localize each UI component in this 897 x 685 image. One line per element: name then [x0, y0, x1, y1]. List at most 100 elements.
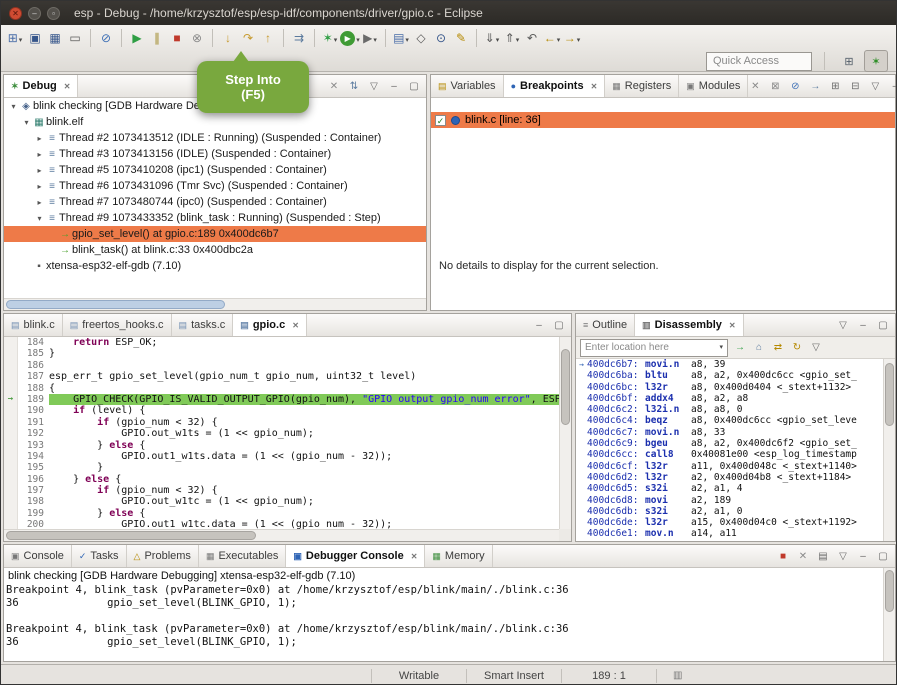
debug-perspective-button[interactable]: ✶	[864, 50, 888, 72]
terminate-button[interactable]: ■	[167, 28, 187, 48]
forward-button-dropdown-icon[interactable]	[577, 29, 581, 47]
tab-breakpoints[interactable]: ●Breakpoints	[504, 75, 606, 97]
skip-all-breakpoints-icon[interactable]: ⊘	[788, 81, 802, 92]
code-line[interactable]: 194 GPIO.out1_w1ts.data = (1 << (gpio_nu…	[4, 451, 559, 462]
new-source-file-button-dropdown-icon[interactable]	[405, 29, 409, 47]
code-line[interactable]: 200 GPIO.out1_w1tc.data = (1 << (gpio_nu…	[4, 519, 559, 529]
tab-memory[interactable]: ▦Memory	[425, 545, 492, 567]
console-vertical-scrollbar[interactable]	[883, 568, 895, 661]
window-maximize-button[interactable]	[47, 7, 60, 20]
back-button[interactable]: ←	[542, 28, 562, 48]
tab-tasks[interactable]: ✓Tasks	[72, 545, 127, 567]
code-line[interactable]: 195 }	[4, 462, 559, 473]
new-source-file-button[interactable]: ▤	[391, 28, 411, 48]
disassembly-row[interactable]: 400dc6bf:addx4a8, a2, a8	[576, 393, 883, 404]
remove-launch-icon[interactable]: ✕	[796, 551, 810, 562]
disassembly-row[interactable]: 400dc6d2:l32ra2, 0x400d04b8 <_stext+1184…	[576, 472, 883, 483]
minimize-icon[interactable]: –	[532, 320, 546, 331]
code-editor[interactable]: 184 return ESP_OK;185}186187esp_err_t gp…	[4, 337, 559, 529]
disassembly-row[interactable]: 400dc6c4:beqza8, 0x400dc6cc <gpio_set_le…	[576, 415, 883, 426]
remove-all-breakpoints-icon[interactable]: ⊠	[768, 81, 782, 92]
disassembly-row[interactable]: 400dc6de:l32ra15, 0x400d04c0 <_stext+119…	[576, 517, 883, 528]
tree-row[interactable]: →blink_task() at blink.c:33 0x400dbc2a	[4, 242, 426, 258]
window-minimize-button[interactable]	[28, 7, 41, 20]
code-line[interactable]: 184 return ESP_OK;	[4, 337, 559, 348]
save-all-button[interactable]: ▦	[45, 28, 65, 48]
code-line[interactable]: 197 if (gpio_num < 32) {	[4, 485, 559, 496]
code-line[interactable]: 192 GPIO.out_w1ts = (1 << gpio_num);	[4, 428, 559, 439]
tree-expander-icon[interactable]	[8, 102, 19, 111]
tree-row[interactable]: ▦blink.elf	[4, 114, 426, 130]
debug-button-dropdown-icon[interactable]	[334, 29, 338, 47]
open-element-button[interactable]: ◇	[411, 28, 431, 48]
remove-breakpoint-icon[interactable]: ✕	[748, 81, 762, 92]
maximize-icon[interactable]: ▢	[876, 320, 890, 331]
external-tools-button-dropdown-icon[interactable]	[373, 29, 377, 47]
tree-row[interactable]: ≡Thread #3 1073413156 (IDLE) (Suspended …	[4, 146, 426, 162]
disassembly-row[interactable]: 400dc6cf:l32ra11, 0x400d048c <_stext+114…	[576, 461, 883, 472]
tab-console[interactable]: ▣Console	[4, 545, 72, 567]
tab-outline[interactable]: ≡Outline	[576, 314, 635, 336]
editor-horizontal-scrollbar[interactable]	[4, 529, 559, 541]
tree-row[interactable]: ≡Thread #2 1073413512 (IDLE : Running) (…	[4, 130, 426, 146]
tab-disassembly[interactable]: ▥Disassembly	[635, 314, 743, 336]
tab-gpio-c[interactable]: ▤gpio.c	[233, 314, 307, 336]
disassembly-row[interactable]: 400dc6e1:mov.na14, a11	[576, 528, 883, 539]
go-to-file-icon[interactable]: →	[808, 81, 822, 92]
view-menu-icon[interactable]: ▽	[868, 81, 882, 92]
previous-annotation-button[interactable]: ⇑	[502, 28, 522, 48]
tab-executables[interactable]: ▦Executables	[199, 545, 286, 567]
disassembly-row[interactable]: →400dc6b7:movi.na8, 39	[576, 359, 883, 370]
suspend-button[interactable]: ∥	[147, 28, 167, 48]
new-wizard-button-dropdown-icon[interactable]	[19, 29, 23, 47]
search-button[interactable]: ⊙	[431, 28, 451, 48]
tree-row[interactable]: ≡Thread #5 1073410208 (ipc1) (Suspended …	[4, 162, 426, 178]
code-line[interactable]: 190 if (level) {	[4, 405, 559, 416]
minimize-icon[interactable]: –	[856, 551, 870, 562]
clear-console-icon[interactable]: ▤	[816, 551, 830, 562]
tab-debugger-console[interactable]: ▣Debugger Console	[286, 545, 425, 567]
tree-expander-icon[interactable]	[34, 166, 45, 175]
code-line[interactable]: 196 } else {	[4, 474, 559, 485]
jump-to-pc-icon[interactable]: →	[733, 342, 747, 353]
quick-access-input[interactable]: Quick Access	[706, 52, 812, 71]
code-line[interactable]: 185}	[4, 348, 559, 359]
breakpoint-row[interactable]: blink.c [line: 36]	[431, 112, 895, 128]
disassembly-row[interactable]: 400dc6c2:l32i.na8, a8, 0	[576, 404, 883, 415]
code-line[interactable]: 186	[4, 360, 559, 371]
expand-all-icon[interactable]: ⊞	[828, 81, 842, 92]
display-selected-console-icon[interactable]: ▽	[836, 551, 850, 562]
external-tools-button[interactable]: ▶	[360, 28, 380, 48]
minimize-icon[interactable]: –	[387, 81, 401, 92]
view-menu-icon[interactable]: ▽	[836, 320, 850, 331]
collapse-all-icon[interactable]: ⊟	[848, 81, 862, 92]
disassembly-row[interactable]: 400dc6ba:bltua8, a2, 0x400dc6cc <gpio_se…	[576, 370, 883, 381]
back-button-dropdown-icon[interactable]	[557, 29, 561, 47]
tree-row[interactable]: ≡Thread #7 1073480744 (ipc0) (Suspended …	[4, 194, 426, 210]
refresh-icon[interactable]: ↻	[790, 342, 804, 353]
minimize-icon[interactable]: –	[888, 81, 897, 92]
next-annotation-button-dropdown-icon[interactable]	[496, 29, 500, 47]
tree-expander-icon[interactable]	[34, 198, 45, 207]
code-line[interactable]: 198 GPIO.out_w1tc = (1 << gpio_num);	[4, 496, 559, 507]
tree-row[interactable]: ≡Thread #9 1073433352 (blink_task : Runn…	[4, 210, 426, 226]
location-input[interactable]: Enter location here	[580, 339, 728, 357]
tab-freertos-hooks-c[interactable]: ▤freertos_hooks.c	[63, 314, 172, 336]
disassembly-row[interactable]: 400dc6d8:movia2, 189	[576, 495, 883, 506]
disassembly-row[interactable]: 400dc6bc:l32ra8, 0x400d0404 <_stext+1132…	[576, 382, 883, 393]
step-return-button[interactable]: ↑	[258, 28, 278, 48]
previous-annotation-button-dropdown-icon[interactable]	[516, 29, 520, 47]
minimize-icon[interactable]: –	[856, 320, 870, 331]
disassembly-row[interactable]: 400dc6d5:s32ia2, a1, 4	[576, 483, 883, 494]
code-line[interactable]: 193 } else {	[4, 440, 559, 451]
tab-variables[interactable]: ▤Variables	[431, 75, 504, 97]
disassembly-row[interactable]: 400dc6db:s32ia2, a1, 0	[576, 506, 883, 517]
connect-process-icon[interactable]: ⇅	[347, 81, 361, 92]
home-icon[interactable]: ⌂	[752, 342, 766, 353]
code-line[interactable]: 199 } else {	[4, 508, 559, 519]
view-menu-icon[interactable]: ▽	[809, 342, 823, 353]
disassembly-row[interactable]: 400dc6c7:movi.na8, 33	[576, 427, 883, 438]
run-button[interactable]: ▶	[340, 28, 360, 48]
save-button[interactable]: ▣	[25, 28, 45, 48]
location-dropdown-icon[interactable]	[719, 339, 723, 356]
